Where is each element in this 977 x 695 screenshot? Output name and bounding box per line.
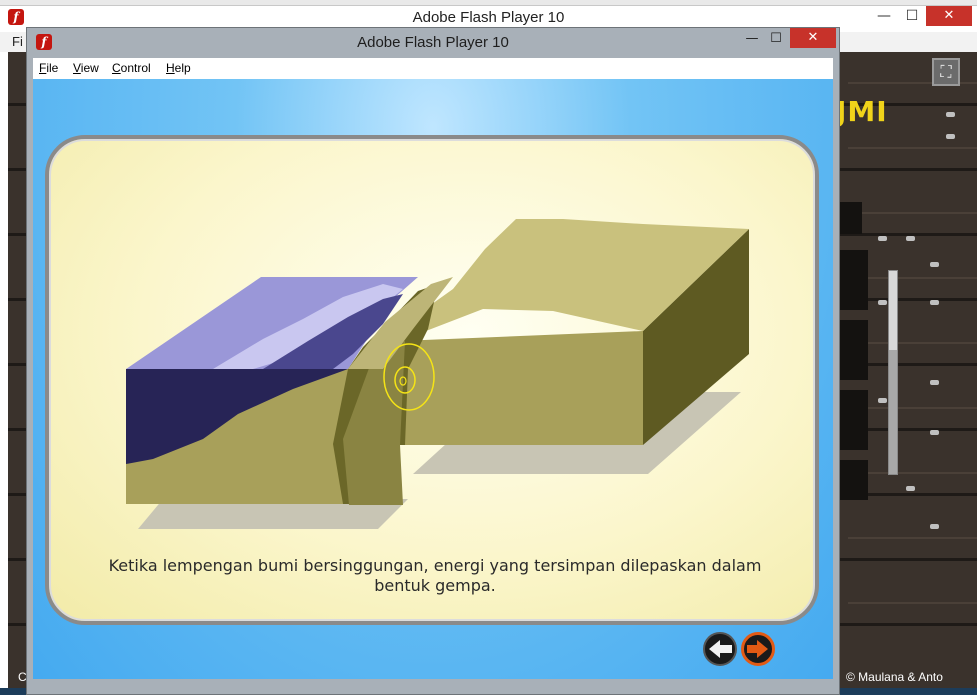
scrollbar-thumb[interactable] [889, 350, 897, 474]
background-window-title: Adobe Flash Player 10 [412, 9, 565, 26]
close-button[interactable]: ✕ [926, 6, 972, 26]
screw-icon [930, 262, 939, 267]
wood-grain [848, 147, 977, 149]
arrow-right-icon [747, 640, 768, 658]
menu-item-file[interactable]: Fi [12, 34, 23, 49]
minimize-button[interactable]: — [870, 6, 898, 28]
fullscreen-icon[interactable]: ⛶ [932, 58, 960, 86]
menu-item-view[interactable]: View [73, 61, 99, 75]
wood-grain [848, 212, 977, 214]
background-heading: JMI [836, 95, 888, 128]
screw-icon [946, 112, 955, 117]
side-block [840, 460, 868, 500]
screw-icon [930, 430, 939, 435]
wood-grain [848, 537, 977, 539]
flash-player-window: f Adobe Flash Player 10 — ☐ ✕ File View … [26, 27, 840, 695]
screw-icon [930, 380, 939, 385]
slide-caption: Ketika lempengan bumi bersinggungan, ene… [85, 556, 785, 596]
back-button[interactable] [703, 632, 737, 666]
window-title: Adobe Flash Player 10 [357, 34, 509, 51]
screw-icon [930, 300, 939, 305]
arrow-left-icon [709, 640, 732, 658]
screw-icon [930, 524, 939, 529]
screw-icon [906, 486, 915, 491]
screw-icon [946, 134, 955, 139]
caption-line-1: Ketika lempengan bumi bersinggungan, ene… [108, 556, 762, 575]
side-block [840, 250, 868, 310]
minimize-button[interactable]: — [739, 30, 765, 50]
maximize-button[interactable]: ☐ [763, 30, 789, 50]
close-button[interactable]: ✕ [790, 28, 836, 48]
right-block-front [400, 331, 643, 445]
wood-grain [848, 602, 977, 604]
screw-icon [878, 398, 887, 403]
screw-icon [878, 236, 887, 241]
flash-stage[interactable]: Ketika lempengan bumi bersinggungan, ene… [33, 79, 833, 679]
screw-icon [906, 236, 915, 241]
side-block [840, 390, 868, 450]
title-bar[interactable]: f Adobe Flash Player 10 — ☐ ✕ [27, 28, 839, 58]
screw-icon [878, 300, 887, 305]
side-block [840, 320, 868, 380]
menu-item-control[interactable]: Control [112, 61, 151, 75]
maximize-button[interactable]: ☐ [898, 6, 926, 28]
next-button[interactable] [741, 632, 775, 666]
menu-bar: File View Control Help [33, 58, 833, 79]
menu-item-help[interactable]: Help [166, 61, 191, 75]
caption-line-2: bentuk gempa. [374, 576, 496, 595]
copyright-text: © Maulana & Anto [846, 670, 943, 684]
menu-item-file[interactable]: File [39, 61, 58, 75]
side-block [840, 202, 862, 234]
